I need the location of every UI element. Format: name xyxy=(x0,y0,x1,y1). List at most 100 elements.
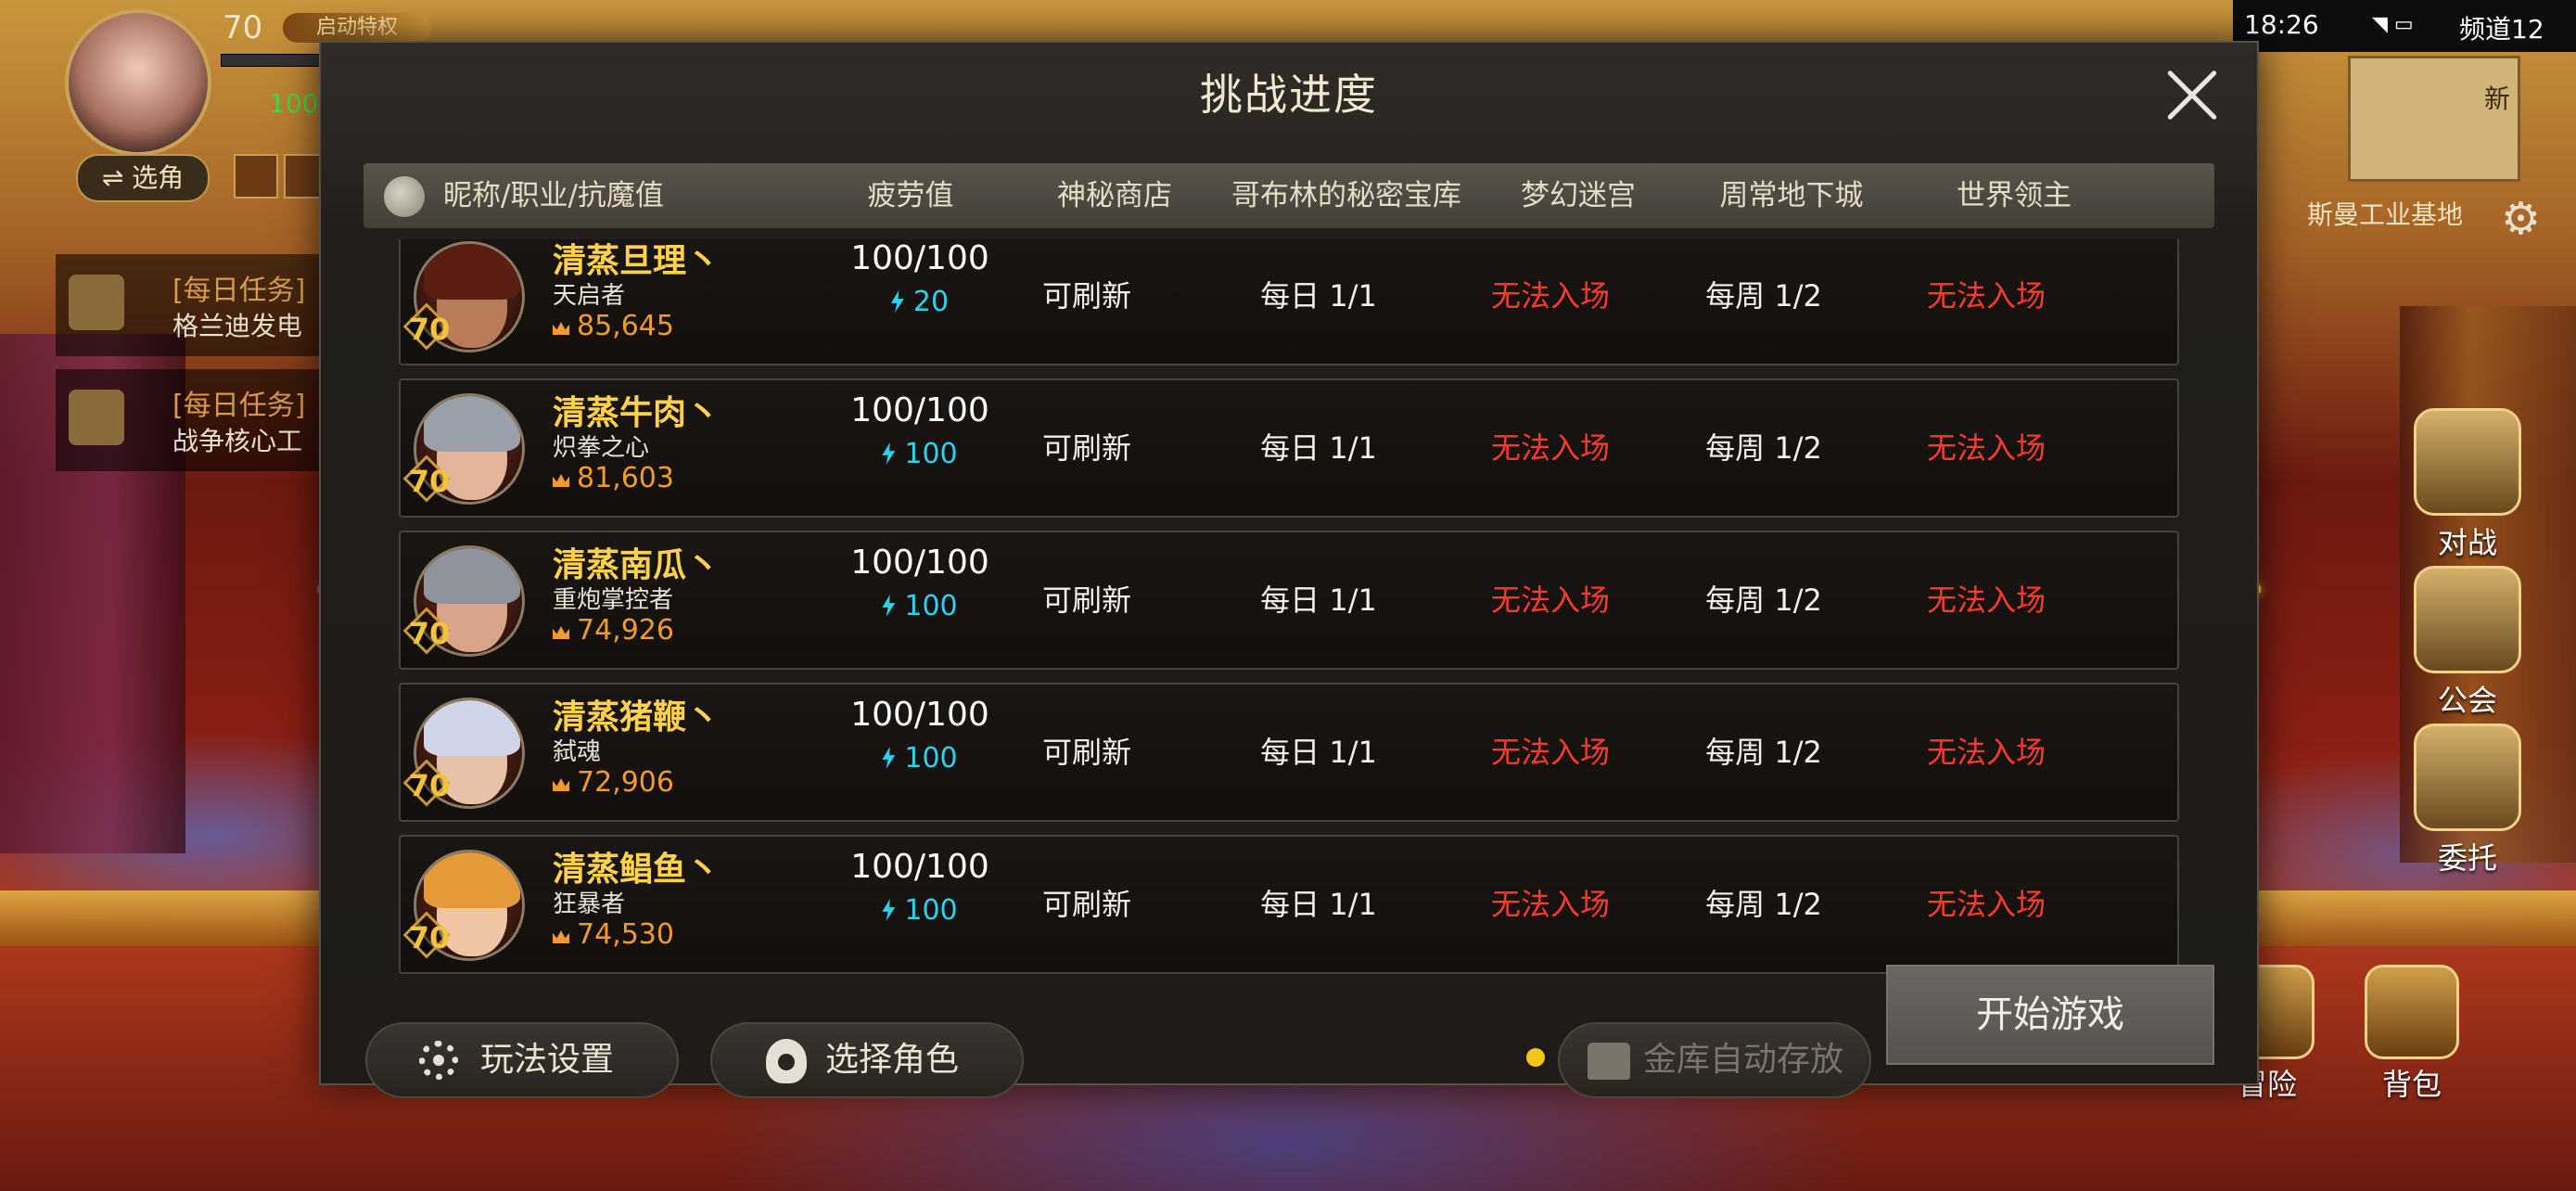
backpack-icon xyxy=(2365,965,2459,1059)
goblin-vault-status: 每日 1/1 xyxy=(1260,278,1377,314)
quick-slot-icon[interactable] xyxy=(234,154,278,198)
commission-label: 委托 xyxy=(2437,840,2497,876)
weekly-dungeon-status: 每周 1/2 xyxy=(1705,735,1822,770)
quest-subtitle: 战争核心工 xyxy=(172,426,303,456)
page-dot[interactable] xyxy=(1526,1048,1545,1067)
gear-icon[interactable]: ⚙ xyxy=(2501,197,2541,241)
select-character-button[interactable]: 选择角色 xyxy=(710,1022,1024,1098)
chest-icon xyxy=(1588,1043,1630,1080)
energy-number: 20 xyxy=(912,286,950,318)
world-boss-status: 无法入场 xyxy=(1926,583,2046,618)
guild-label: 公会 xyxy=(2437,683,2497,718)
portrait-hair xyxy=(424,700,520,756)
character-name: 清蒸猪鞭丶 xyxy=(553,698,721,736)
player-avatar[interactable] xyxy=(65,9,211,156)
character-row[interactable]: 70 清蒸鲳鱼丶 狂暴者 74,530 100/100 100 可刷新 每日 1/1 无法入场每… xyxy=(399,835,2179,974)
group-icon xyxy=(69,390,124,445)
select-character-label: 选择角色 xyxy=(825,1041,960,1079)
pvp-button[interactable]: 对战 xyxy=(2407,408,2528,562)
player-green-value: 100 xyxy=(269,88,319,119)
character-name: 清蒸南瓜丶 xyxy=(553,546,721,584)
goblin-vault-status: 每日 1/1 xyxy=(1260,583,1377,618)
privilege-tag[interactable]: 启动特权 xyxy=(283,13,431,43)
header-fatigue: 疲劳值 xyxy=(867,179,954,212)
anti-magic-number: 72,906 xyxy=(577,766,674,799)
character-class: 狂暴者 xyxy=(553,890,626,918)
level-badge: 70 xyxy=(402,455,453,505)
commission-button[interactable]: 委托 xyxy=(2407,724,2528,877)
world-boss-status: 无法入场 xyxy=(1926,278,2046,314)
goblin-vault-status: 每日 1/1 xyxy=(1260,735,1377,770)
portrait-hair xyxy=(424,548,520,604)
lightning-icon xyxy=(882,899,896,921)
character-level: 70 xyxy=(408,768,451,803)
quest-tracker-item[interactable]: [每日任务] 战争核心工 xyxy=(56,369,334,471)
character-name: 清蒸鲳鱼丶 xyxy=(553,851,721,889)
header-goblin: 哥布林的秘密宝库 xyxy=(1231,179,1461,212)
lightning-icon xyxy=(882,747,896,769)
world-boss-status: 无法入场 xyxy=(1926,887,2046,922)
character-row[interactable]: 70 清蒸旦理丶 天启者 85,645 100/100 20 可刷新 每日 1/1 无法入场 每周… xyxy=(399,239,2179,365)
backpack-button[interactable]: 背包 xyxy=(2361,965,2463,1104)
energy-number: 100 xyxy=(904,894,958,927)
character-level: 70 xyxy=(408,616,451,651)
guild-banner-icon xyxy=(2414,566,2521,673)
portrait-hair xyxy=(424,244,520,300)
crossed-swords-icon xyxy=(2414,408,2521,516)
anti-magic-number: 81,603 xyxy=(577,462,674,494)
switch-role-button[interactable]: ⇌ 选角 xyxy=(76,154,210,202)
header-name: 昵称/职业/抗魔值 xyxy=(443,179,664,212)
quest-title: [每日任务] xyxy=(172,275,306,307)
player-level: 70 xyxy=(223,9,263,46)
anti-magic-value: 81,603 xyxy=(553,462,674,494)
gear-icon xyxy=(419,1041,458,1080)
character-icon xyxy=(766,1039,807,1083)
dream-maze-status: 无法入场 xyxy=(1490,735,1610,770)
character-row[interactable]: 70 清蒸南瓜丶 重炮掌控者 74,926 100/100 100 可刷新 每日 1/1 无法入… xyxy=(399,531,2179,670)
weekly-dungeon-status: 每周 1/2 xyxy=(1705,430,1822,466)
character-row[interactable]: 70 清蒸猪鞭丶 弑魂 72,906 100/100 100 可刷新 每日 1/1 无法入场 每周… xyxy=(399,683,2179,822)
anti-magic-number: 74,926 xyxy=(577,614,674,647)
world-boss-status: 无法入场 xyxy=(1926,430,2046,466)
crown-icon xyxy=(553,474,569,487)
crown-icon xyxy=(553,322,569,335)
gameplay-settings-button[interactable]: 玩法设置 xyxy=(365,1022,679,1098)
anti-magic-number: 85,645 xyxy=(577,310,674,342)
crown-icon xyxy=(553,778,569,791)
minimap[interactable]: 新 xyxy=(2348,56,2520,182)
energy-number: 100 xyxy=(904,590,958,622)
quest-title: [每日任务] xyxy=(172,390,306,422)
quest-tracker-item[interactable]: [每日任务] 格兰迪发电 xyxy=(56,254,334,356)
challenge-progress-dialog: 挑战进度 昵称/职业/抗魔值 疲劳值 神秘商店 哥布林的秘密宝库 梦幻迷宫 周常… xyxy=(319,41,2259,1098)
character-level: 70 xyxy=(408,312,451,347)
zone-name: 斯曼工业基地 xyxy=(2306,199,2463,230)
close-icon[interactable] xyxy=(2162,65,2222,124)
pvp-label: 对战 xyxy=(2437,525,2497,560)
dream-maze-status: 无法入场 xyxy=(1490,278,1610,314)
character-level: 70 xyxy=(408,464,451,499)
character-list[interactable]: 70 清蒸旦理丶 天启者 85,645 100/100 20 可刷新 每日 1/1 无法入场 每周… xyxy=(399,239,2179,989)
dialog-title: 挑战进度 xyxy=(1200,70,1378,120)
dream-maze-status: 无法入场 xyxy=(1490,887,1610,922)
header-boss: 世界领主 xyxy=(1957,179,2072,212)
character-name: 清蒸牛肉丶 xyxy=(553,394,721,432)
level-badge: 70 xyxy=(402,911,453,961)
weekly-dungeon-status: 每周 1/2 xyxy=(1705,278,1822,314)
character-class: 弑魂 xyxy=(553,738,602,766)
portrait-hair xyxy=(424,852,520,908)
start-game-button[interactable]: 开始游戏 xyxy=(1886,965,2214,1065)
energy-number: 100 xyxy=(904,438,958,470)
portrait-hair xyxy=(424,396,520,452)
character-row[interactable]: 70 清蒸牛肉丶 炽拳之心 81,603 100/100 100 可刷新 每日 1/1 无法入场… xyxy=(399,378,2179,518)
anti-magic-number: 74,530 xyxy=(577,918,674,951)
channel-label: 频道12 xyxy=(2459,14,2544,45)
goblin-vault-status: 每日 1/1 xyxy=(1260,430,1377,466)
quest-subtitle: 格兰迪发电 xyxy=(172,311,303,341)
character-class: 重炮掌控者 xyxy=(553,586,674,614)
guild-button[interactable]: 公会 xyxy=(2407,566,2528,720)
vault-auto-store-button[interactable]: 金库自动存放 xyxy=(1558,1022,1871,1098)
energy-number: 100 xyxy=(904,742,958,775)
backpack-label: 背包 xyxy=(2381,1067,2442,1102)
level-badge: 70 xyxy=(402,759,453,809)
character-level: 70 xyxy=(408,920,451,955)
